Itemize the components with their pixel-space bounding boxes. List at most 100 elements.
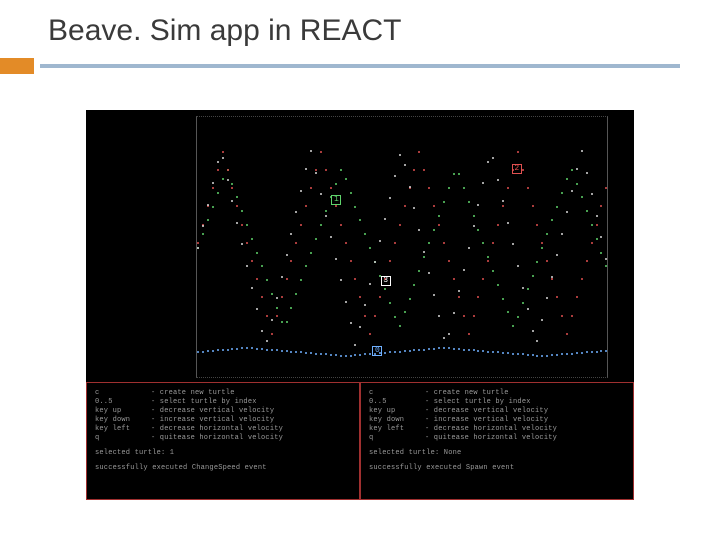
trail-dot — [330, 354, 332, 356]
trail-dot — [586, 351, 588, 353]
trail-dot — [541, 242, 543, 244]
trail-dot — [389, 302, 391, 304]
trail-dot — [404, 350, 406, 352]
trail-dot — [443, 347, 445, 349]
trail-dot — [468, 349, 470, 351]
turtle-marker-3[interactable]: 3 — [381, 276, 391, 286]
trail-dot — [497, 224, 499, 226]
trail-dot — [246, 347, 248, 349]
trail-dot — [369, 333, 371, 335]
trail-dot — [404, 205, 406, 207]
trail-dot — [527, 354, 529, 356]
trail-dot — [212, 206, 214, 208]
trail-dot — [236, 196, 238, 198]
trail-dot — [399, 154, 401, 156]
trail-dot — [315, 353, 317, 355]
trail-dot — [369, 283, 371, 285]
trail-dot — [207, 219, 209, 221]
selected-turtle-line: selected turtle: None — [369, 449, 625, 458]
trail-dot — [310, 187, 312, 189]
trail-dot — [546, 355, 548, 357]
trail-dot — [576, 183, 578, 185]
trail-dot — [266, 349, 268, 351]
trail-dot — [261, 296, 263, 298]
trail-dot — [364, 233, 366, 235]
trail-dot — [217, 169, 219, 171]
trail-dot — [261, 348, 263, 350]
trail-dot — [325, 353, 327, 355]
trail-dot — [320, 193, 322, 195]
trail-dot — [517, 316, 519, 318]
selected-turtle-line: selected turtle: 1 — [95, 449, 351, 458]
trail-dot — [256, 348, 258, 350]
trail-dot — [354, 354, 356, 356]
trail-dot — [295, 293, 297, 295]
trail-dot — [246, 242, 248, 244]
trail-dot — [315, 238, 317, 240]
event-line: successfully executed Spawn event — [369, 464, 625, 473]
trail-dot — [581, 278, 583, 280]
trail-dot — [222, 178, 224, 180]
trail-dot — [290, 233, 292, 235]
trail-dot — [217, 161, 219, 163]
trail-dot — [428, 242, 430, 244]
trail-dot — [605, 258, 607, 260]
trail-dot — [271, 319, 273, 321]
trail-dot — [453, 312, 455, 314]
trail-dot — [551, 354, 553, 356]
trail-dot — [576, 168, 578, 170]
trail-dot — [507, 311, 509, 313]
trail-dot — [507, 222, 509, 224]
trail-dot — [409, 350, 411, 352]
trail-dot — [600, 252, 602, 254]
trail-dot — [246, 224, 248, 226]
trail-dot — [591, 193, 593, 195]
trail-dot — [350, 260, 352, 262]
trail-dot — [487, 256, 489, 258]
trail-dot — [256, 252, 258, 254]
trail-dot — [354, 278, 356, 280]
help-row: key left- decrease horizontal velocity — [95, 425, 351, 434]
trail-dot — [566, 211, 568, 213]
trail-dot — [359, 326, 361, 328]
trail-dot — [507, 187, 509, 189]
trail-dot — [468, 201, 470, 203]
trail-dot — [571, 353, 573, 355]
trail-dot — [305, 352, 307, 354]
trail-dot — [379, 240, 381, 242]
trail-dot — [561, 315, 563, 317]
trail-dot — [271, 293, 273, 295]
trail-dot — [477, 204, 479, 206]
trail-dot — [536, 340, 538, 342]
trail-dot — [468, 333, 470, 335]
trail-dot — [315, 172, 317, 174]
trail-dot — [286, 321, 288, 323]
event-line: successfully executed ChangeSpeed event — [95, 464, 351, 473]
trail-dot — [340, 355, 342, 357]
trail-dot — [261, 265, 263, 267]
trail-dot — [384, 352, 386, 354]
trail-dot — [281, 276, 283, 278]
trail-dot — [330, 236, 332, 238]
trail-dot — [222, 157, 224, 159]
trail-dot — [551, 219, 553, 221]
trail-dot — [315, 169, 317, 171]
trail-dot — [443, 337, 445, 339]
trail-dot — [448, 187, 450, 189]
trail-dot — [231, 348, 233, 350]
trail-dot — [512, 353, 514, 355]
trail-dot — [438, 347, 440, 349]
turtle-marker-0[interactable]: 0 — [372, 346, 382, 356]
trail-dot — [477, 350, 479, 352]
trail-dot — [404, 311, 406, 313]
trail-dot — [207, 350, 209, 352]
trail-dot — [271, 333, 273, 335]
trail-dot — [482, 350, 484, 352]
trail-dot — [276, 349, 278, 351]
trail-dot — [212, 187, 214, 189]
turtle-marker-1[interactable]: 1 — [331, 195, 341, 205]
trail-dot — [561, 192, 563, 194]
turtle-marker-2[interactable]: 2 — [512, 164, 522, 174]
trail-dot — [276, 315, 278, 317]
trail-dot — [202, 225, 204, 227]
